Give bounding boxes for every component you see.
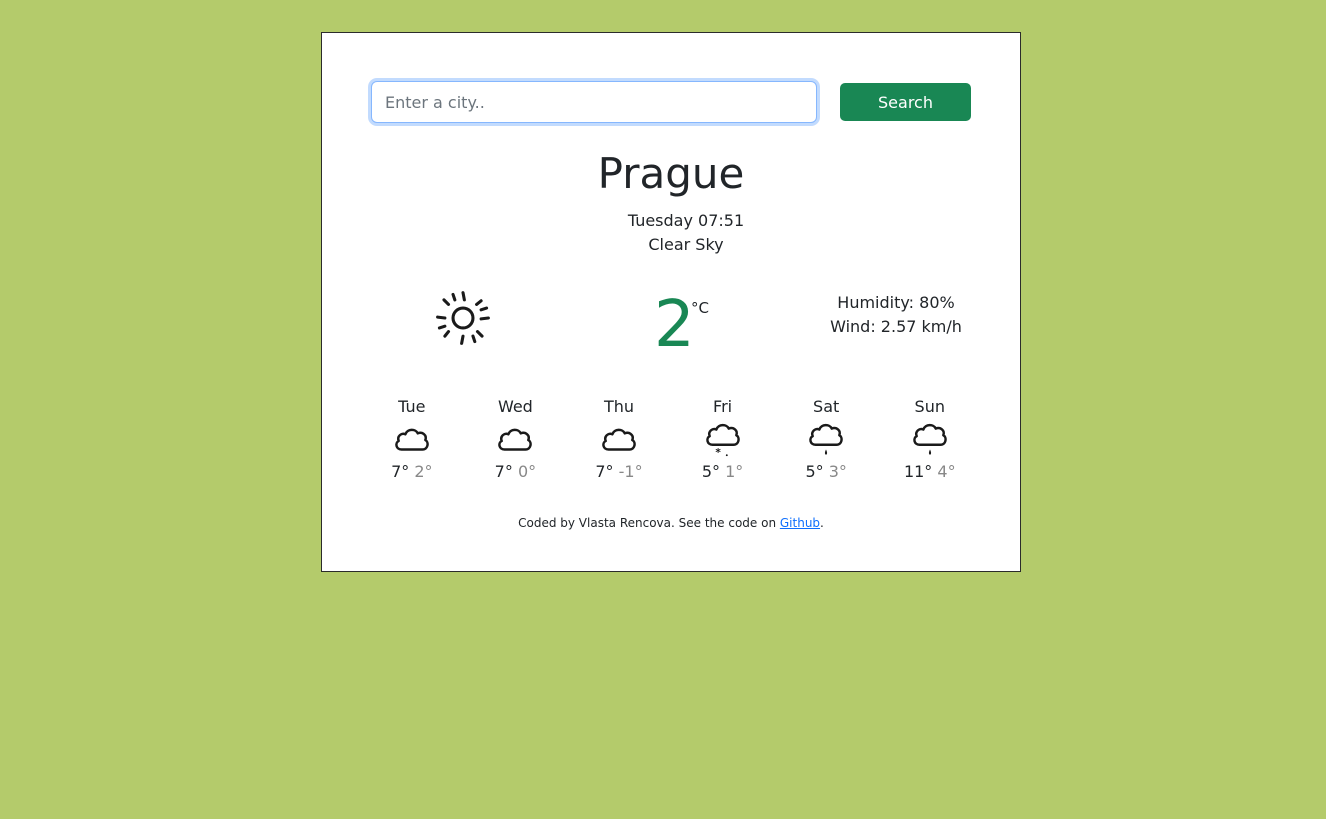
weather-description: Clear Sky	[648, 235, 724, 254]
forecast-max-temp: 7°	[494, 462, 513, 481]
cloud-rain-icon	[809, 423, 843, 455]
forecast-max-temp: 11°	[903, 462, 933, 481]
github-link[interactable]: Github	[780, 516, 820, 530]
sun-icon	[436, 291, 490, 345]
weather-details: Humidity: 80% Wind: 2.57 km/h	[796, 291, 996, 339]
cloud-icon	[394, 428, 429, 451]
forecast-day: Fri * 5° 1°	[671, 395, 775, 495]
forecast-temps: 11° 4°	[878, 460, 982, 484]
cloud-rain-icon	[912, 423, 947, 455]
forecast-min-temp: -1°	[618, 462, 643, 481]
forecast-min-temp: 3°	[828, 462, 847, 481]
temperature-value: 2	[654, 288, 695, 362]
current-meta: Tuesday 07:51 Clear Sky	[337, 209, 1035, 257]
footer-suffix: .	[820, 516, 824, 530]
forecast-day: Wed 7° 0°	[464, 395, 568, 495]
forecast-temps: 5° 3°	[774, 460, 878, 484]
forecast-temps: 7° 2°	[360, 460, 464, 484]
svg-text:*: *	[715, 447, 721, 459]
forecast-day-name: Thu	[603, 397, 635, 416]
city-name: Prague	[597, 149, 745, 198]
forecast-min-temp: 4°	[937, 462, 956, 481]
forecast-temps: 7° -1°	[567, 460, 671, 484]
humidity-text: Humidity: 80%	[837, 293, 955, 312]
forecast-day: Tue 7° 2°	[360, 395, 464, 495]
search-button[interactable]: Search	[840, 83, 971, 121]
cloud-snow-icon: *	[705, 423, 740, 459]
current-temperature: 2 °C	[654, 287, 734, 367]
forecast-min-temp: 2°	[414, 462, 433, 481]
forecast-day-name: Wed	[497, 397, 533, 416]
current-datetime: Tuesday 07:51	[627, 211, 745, 230]
forecast-day: Sun 11° 4°	[878, 395, 982, 495]
cloud-icon	[602, 428, 636, 451]
forecast-day: Sat 5° 3°	[774, 395, 878, 495]
forecast-day-name: Fri	[713, 397, 733, 416]
forecast-max-temp: 7°	[391, 462, 410, 481]
footer-credit-text: Coded by Vlasta Rencova. See the code on	[518, 516, 780, 530]
temperature-unit-celsius: °C	[691, 299, 709, 317]
footer: Coded by Vlasta Rencova. See the code on…	[322, 515, 1020, 531]
city-search-input[interactable]	[371, 81, 817, 123]
forecast-min-temp: 0°	[517, 462, 537, 481]
forecast-max-temp: 5°	[805, 462, 824, 481]
forecast-max-temp: 5°	[701, 462, 721, 481]
cloud-icon	[498, 428, 533, 451]
forecast-temps: 5° 1°	[671, 460, 775, 484]
search-form: Search	[371, 81, 971, 123]
forecast-day-name: Sat	[813, 397, 840, 416]
weather-app-card: Search Prague Tuesday 07:51 Clear Sky 2 …	[321, 32, 1021, 572]
forecast-temps: 7° 0°	[464, 460, 568, 484]
wind-text: Wind: 2.57 km/h	[830, 317, 962, 336]
forecast-day-name: Sun	[914, 397, 945, 416]
forecast-day-name: Tue	[398, 397, 426, 416]
forecast-min-temp: 1°	[725, 462, 744, 481]
forecast-max-temp: 7°	[595, 462, 614, 481]
forecast-day: Thu 7° -1°	[567, 395, 671, 495]
forecast-row: Tue 7° 2° Wed 7° 0° Thu 7° -1° Fri * 5° …	[360, 395, 982, 495]
